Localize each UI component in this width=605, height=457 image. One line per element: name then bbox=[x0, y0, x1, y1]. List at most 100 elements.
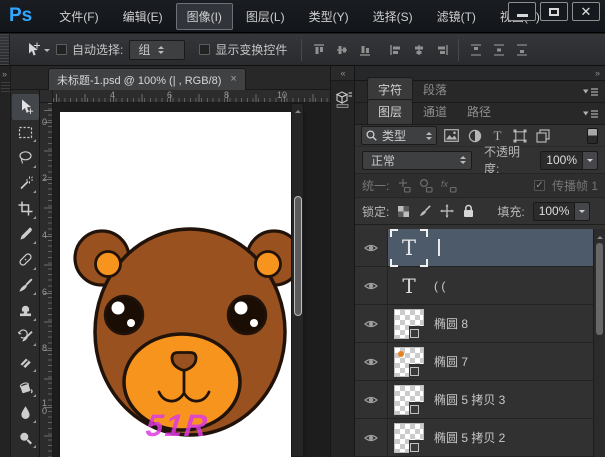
shape-layer-thumbnail[interactable] bbox=[394, 347, 424, 377]
shape-layer-thumbnail[interactable] bbox=[394, 423, 424, 453]
layer-name[interactable]: ( ( bbox=[434, 279, 445, 293]
align-left-edges-button[interactable] bbox=[387, 42, 404, 58]
shape-layer-thumbnail[interactable] bbox=[394, 385, 424, 415]
visibility-cell[interactable] bbox=[355, 305, 388, 342]
auto-select-checkbox[interactable] bbox=[56, 44, 67, 55]
blur-tool[interactable] bbox=[12, 400, 39, 426]
fill-dropdown-icon[interactable] bbox=[574, 203, 589, 220]
layer-row-shape[interactable]: 椭圆 7 bbox=[355, 343, 605, 381]
distribute-top-edges-button[interactable] bbox=[467, 42, 484, 58]
panel-menu-icon[interactable] bbox=[583, 87, 598, 97]
eyedropper-tool[interactable] bbox=[12, 222, 39, 248]
layer-row-content[interactable]: 椭圆 5 拷贝 3 bbox=[388, 381, 605, 418]
minimize-button[interactable] bbox=[508, 2, 536, 21]
maximize-button[interactable] bbox=[540, 2, 568, 21]
layer-row-content[interactable]: 椭圆 5 拷贝 2 bbox=[388, 419, 605, 456]
distribute-bottom-edges-button[interactable] bbox=[513, 42, 530, 58]
tab-channels[interactable]: 通道 bbox=[413, 100, 457, 124]
menu-layer[interactable]: 图层(L) bbox=[235, 3, 296, 30]
filter-kind-dropdown[interactable]: 类型 bbox=[361, 126, 437, 145]
lasso-tool[interactable] bbox=[12, 145, 39, 171]
visibility-cell[interactable] bbox=[355, 267, 388, 304]
align-top-edges-button[interactable] bbox=[310, 42, 327, 58]
layer-row-content[interactable]: 椭圆 8 bbox=[388, 305, 605, 342]
align-vertical-centers-button[interactable] bbox=[333, 42, 350, 58]
layers-scrollbar[interactable] bbox=[593, 229, 605, 457]
panel-menu-icon[interactable] bbox=[583, 109, 598, 119]
spot-healing-brush-tool[interactable] bbox=[12, 247, 39, 273]
layer-row-shape[interactable]: 椭圆 5 拷贝 2 bbox=[355, 419, 605, 457]
crop-tool[interactable] bbox=[12, 196, 39, 222]
unify-position-icon[interactable] bbox=[396, 178, 411, 193]
auto-select-dropdown[interactable]: 组 bbox=[129, 40, 185, 60]
layer-row-text-editing[interactable]: T bbox=[355, 229, 605, 267]
layer-name[interactable]: 椭圆 5 拷贝 2 bbox=[434, 429, 505, 446]
lock-all-icon[interactable] bbox=[462, 204, 475, 218]
options-grip[interactable] bbox=[0, 34, 10, 66]
move-tool[interactable] bbox=[12, 94, 39, 120]
brush-tool[interactable] bbox=[12, 273, 39, 299]
move-tool-preset[interactable] bbox=[18, 39, 56, 60]
scrollbar-thumb[interactable] bbox=[596, 243, 603, 335]
tab-close-icon[interactable]: × bbox=[230, 74, 236, 85]
align-horizontal-centers-button[interactable] bbox=[410, 42, 427, 58]
tab-layers[interactable]: 图层 bbox=[367, 99, 413, 124]
distribute-vertical-centers-button[interactable] bbox=[490, 42, 507, 58]
history-brush-tool[interactable] bbox=[12, 324, 39, 350]
eraser-tool[interactable] bbox=[12, 349, 39, 375]
tools-drag-handle[interactable] bbox=[1, 82, 10, 93]
eye-icon[interactable] bbox=[364, 243, 378, 253]
eye-icon[interactable] bbox=[364, 319, 378, 329]
dock-header[interactable]: « bbox=[331, 66, 354, 81]
menu-edit[interactable]: 编辑(E) bbox=[112, 3, 174, 30]
visibility-cell[interactable] bbox=[355, 343, 388, 380]
dodge-tool[interactable] bbox=[12, 426, 39, 452]
text-layer-thumbnail[interactable]: T bbox=[394, 274, 424, 298]
layer-row-content[interactable]: 椭圆 7 bbox=[388, 343, 605, 380]
visibility-cell[interactable] bbox=[355, 229, 388, 266]
menu-filter[interactable]: 滤镜(T) bbox=[426, 3, 487, 30]
menu-type[interactable]: 类型(Y) bbox=[298, 3, 360, 30]
collapse-panels-icon[interactable]: » bbox=[595, 68, 599, 78]
collapse-tools-icon[interactable]: » bbox=[2, 69, 6, 79]
document-tab[interactable]: 未标题-1.psd @ 100% (| , RGB/8) × bbox=[48, 68, 246, 90]
align-right-edges-button[interactable] bbox=[433, 42, 450, 58]
blend-mode-dropdown[interactable]: 正常 bbox=[362, 151, 472, 170]
layer-row-shape[interactable]: 椭圆 5 拷贝 3 bbox=[355, 381, 605, 419]
scroll-up-icon[interactable] bbox=[295, 107, 301, 113]
eye-icon[interactable] bbox=[364, 433, 378, 443]
menu-select[interactable]: 选择(S) bbox=[362, 3, 424, 30]
opacity-dropdown-icon[interactable] bbox=[582, 152, 597, 169]
shape-layer-thumbnail[interactable] bbox=[394, 309, 424, 339]
layer-name[interactable]: 椭圆 5 拷贝 3 bbox=[434, 391, 505, 408]
lock-position-icon[interactable] bbox=[440, 204, 454, 218]
clone-stamp-tool[interactable] bbox=[12, 298, 39, 324]
menu-file[interactable]: 文件(F) bbox=[48, 3, 109, 30]
scrollbar-thumb[interactable] bbox=[294, 196, 302, 316]
menu-image[interactable]: 图像(I) bbox=[176, 3, 233, 30]
lock-transparency-icon[interactable] bbox=[397, 205, 410, 218]
scroll-up-icon[interactable] bbox=[597, 233, 603, 239]
opacity-field[interactable]: 100% bbox=[540, 151, 598, 170]
close-button[interactable]: ✕ bbox=[572, 2, 600, 21]
layer-row-shape[interactable]: 椭圆 8 bbox=[355, 305, 605, 343]
filter-adjustment-layers-icon[interactable] bbox=[468, 129, 482, 143]
eye-icon[interactable] bbox=[364, 357, 378, 367]
visibility-cell[interactable] bbox=[355, 381, 388, 418]
filter-type-layers-icon[interactable]: T bbox=[491, 129, 504, 142]
lock-pixels-icon[interactable] bbox=[418, 204, 432, 218]
eye-icon[interactable] bbox=[364, 281, 378, 291]
layer-row-content[interactable]: T ( ( bbox=[388, 267, 605, 304]
layer-row-text[interactable]: T ( ( bbox=[355, 267, 605, 305]
rectangular-marquee-tool[interactable] bbox=[12, 120, 39, 146]
fill-field[interactable]: 100% bbox=[533, 202, 591, 221]
3d-panel-button[interactable] bbox=[331, 89, 354, 109]
show-transform-checkbox[interactable] bbox=[199, 44, 210, 55]
filter-smart-objects-icon[interactable] bbox=[536, 129, 550, 143]
filter-on-off-toggle[interactable] bbox=[587, 128, 598, 144]
tab-paragraph[interactable]: 段落 bbox=[413, 78, 457, 102]
eye-icon[interactable] bbox=[364, 395, 378, 405]
tab-paths[interactable]: 路径 bbox=[457, 100, 501, 124]
text-layer-thumbnail[interactable]: T bbox=[394, 233, 424, 263]
align-bottom-edges-button[interactable] bbox=[356, 42, 373, 58]
